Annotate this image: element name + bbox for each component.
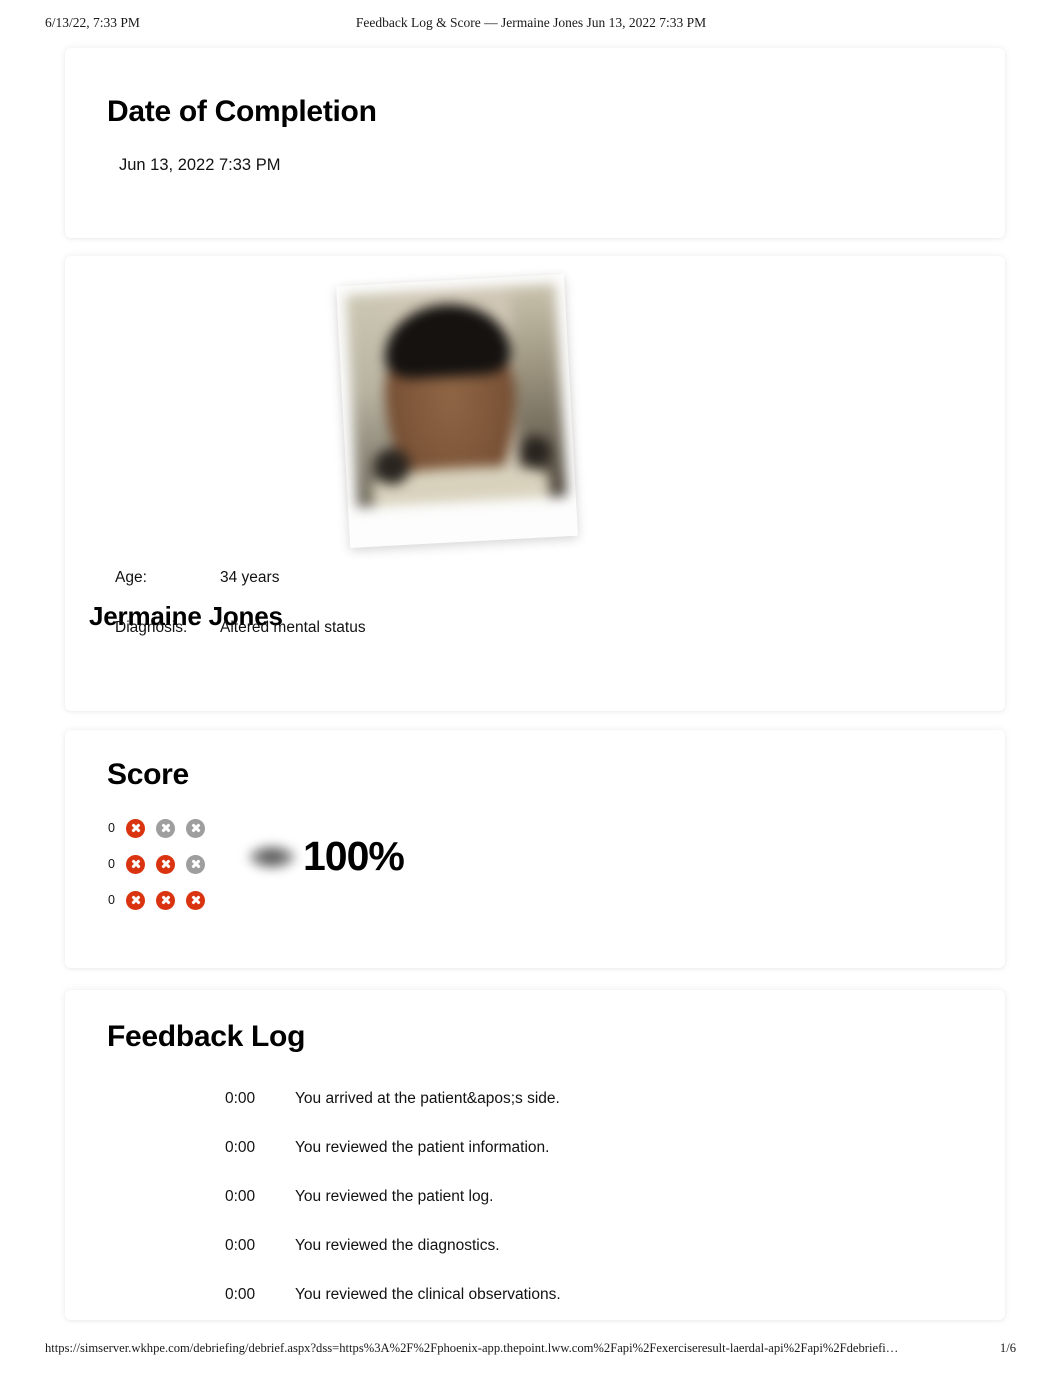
patient-photo-image [345,283,567,508]
patient-age-value: 34 years [220,569,280,586]
score-title: Score [107,758,189,791]
feedback-log-entry: 0:00 You arrived at the patient&apos;s si… [65,1090,1005,1139]
score-card: Score 0 0 0 100% [65,730,1005,968]
score-row: 0 [108,846,216,882]
error-x-icon [126,854,145,874]
feedback-log-time: 0:00 [225,1237,256,1254]
feedback-log-text: You reviewed the diagnostics. [295,1237,500,1254]
feedback-log-time: 0:00 [225,1139,256,1156]
date-of-completion-value: Jun 13, 2022 7:33 PM [119,156,281,174]
photo-hair [381,300,512,381]
error-x-icon [156,890,175,910]
score-row-count: 0 [108,856,115,871]
print-footer: https://simserver.wkhpe.com/debriefing/d… [0,1329,1062,1377]
print-footer-page-number: 1/6 [999,1341,1016,1355]
error-x-icon [126,890,145,910]
print-footer-url: https://simserver.wkhpe.com/debriefing/d… [45,1341,899,1355]
date-of-completion-title: Date of Completion [107,95,377,128]
score-row-count: 0 [108,892,115,907]
score-row: 0 [108,882,216,918]
score-redacted-icon [247,843,297,870]
inactive-x-icon [186,854,205,874]
feedback-log-entry: 0:00 You reviewed the patient log. [65,1188,1005,1237]
score-percent-value: 100% [303,833,405,879]
error-x-icon [186,890,205,910]
document-page: Date of Completion Jun 13, 2022 7:33 PM … [0,46,1062,1329]
feedback-log-entry: 0:00 You reviewed the clinical observatio… [65,1286,1005,1335]
score-row: 0 [108,810,216,846]
feedback-log-text: You reviewed the clinical observations. [295,1286,561,1303]
feedback-log-list: 0:00 You arrived at the patient&apos;s si… [65,1090,1005,1335]
date-of-completion-card: Date of Completion Jun 13, 2022 7:33 PM [65,48,1005,238]
score-row-count: 0 [108,820,115,835]
feedback-log-time: 0:00 [225,1188,256,1205]
patient-diagnosis-label: Diagnosis: [115,619,188,636]
patient-photo-wrapper [336,274,583,555]
patient-age-label: Age: [115,569,147,586]
feedback-log-text: You reviewed the patient information. [295,1139,550,1156]
feedback-log-title: Feedback Log [107,1020,306,1053]
print-header: 6/13/22, 7:33 PM Feedback Log & Score — … [0,0,1062,46]
score-grid: 0 0 0 [108,810,216,918]
score-percent-wrapper: 100% [247,833,405,879]
feedback-log-time: 0:00 [225,1286,256,1303]
patient-card: Jermaine Jones Age: 34 years Diagnosis: … [65,256,1005,711]
inactive-x-icon [186,818,205,838]
error-x-icon [156,854,175,874]
feedback-log-text: You reviewed the patient log. [295,1188,494,1205]
patient-photo-frame [336,274,578,548]
feedback-log-text: You arrived at the patient&apos;s side. [295,1090,560,1107]
feedback-log-card: Feedback Log 0:00 You arrived at the pati… [65,990,1005,1320]
feedback-log-entry: 0:00 You reviewed the diagnostics. [65,1237,1005,1286]
inactive-x-icon [156,818,175,838]
patient-diagnosis-value: Altered mental status [220,619,366,636]
feedback-log-entry: 0:00 You reviewed the patient information… [65,1139,1005,1188]
feedback-log-time: 0:00 [225,1090,256,1107]
print-header-title: Feedback Log & Score — Jermaine Jones Ju… [355,15,707,30]
error-x-icon [126,818,145,838]
